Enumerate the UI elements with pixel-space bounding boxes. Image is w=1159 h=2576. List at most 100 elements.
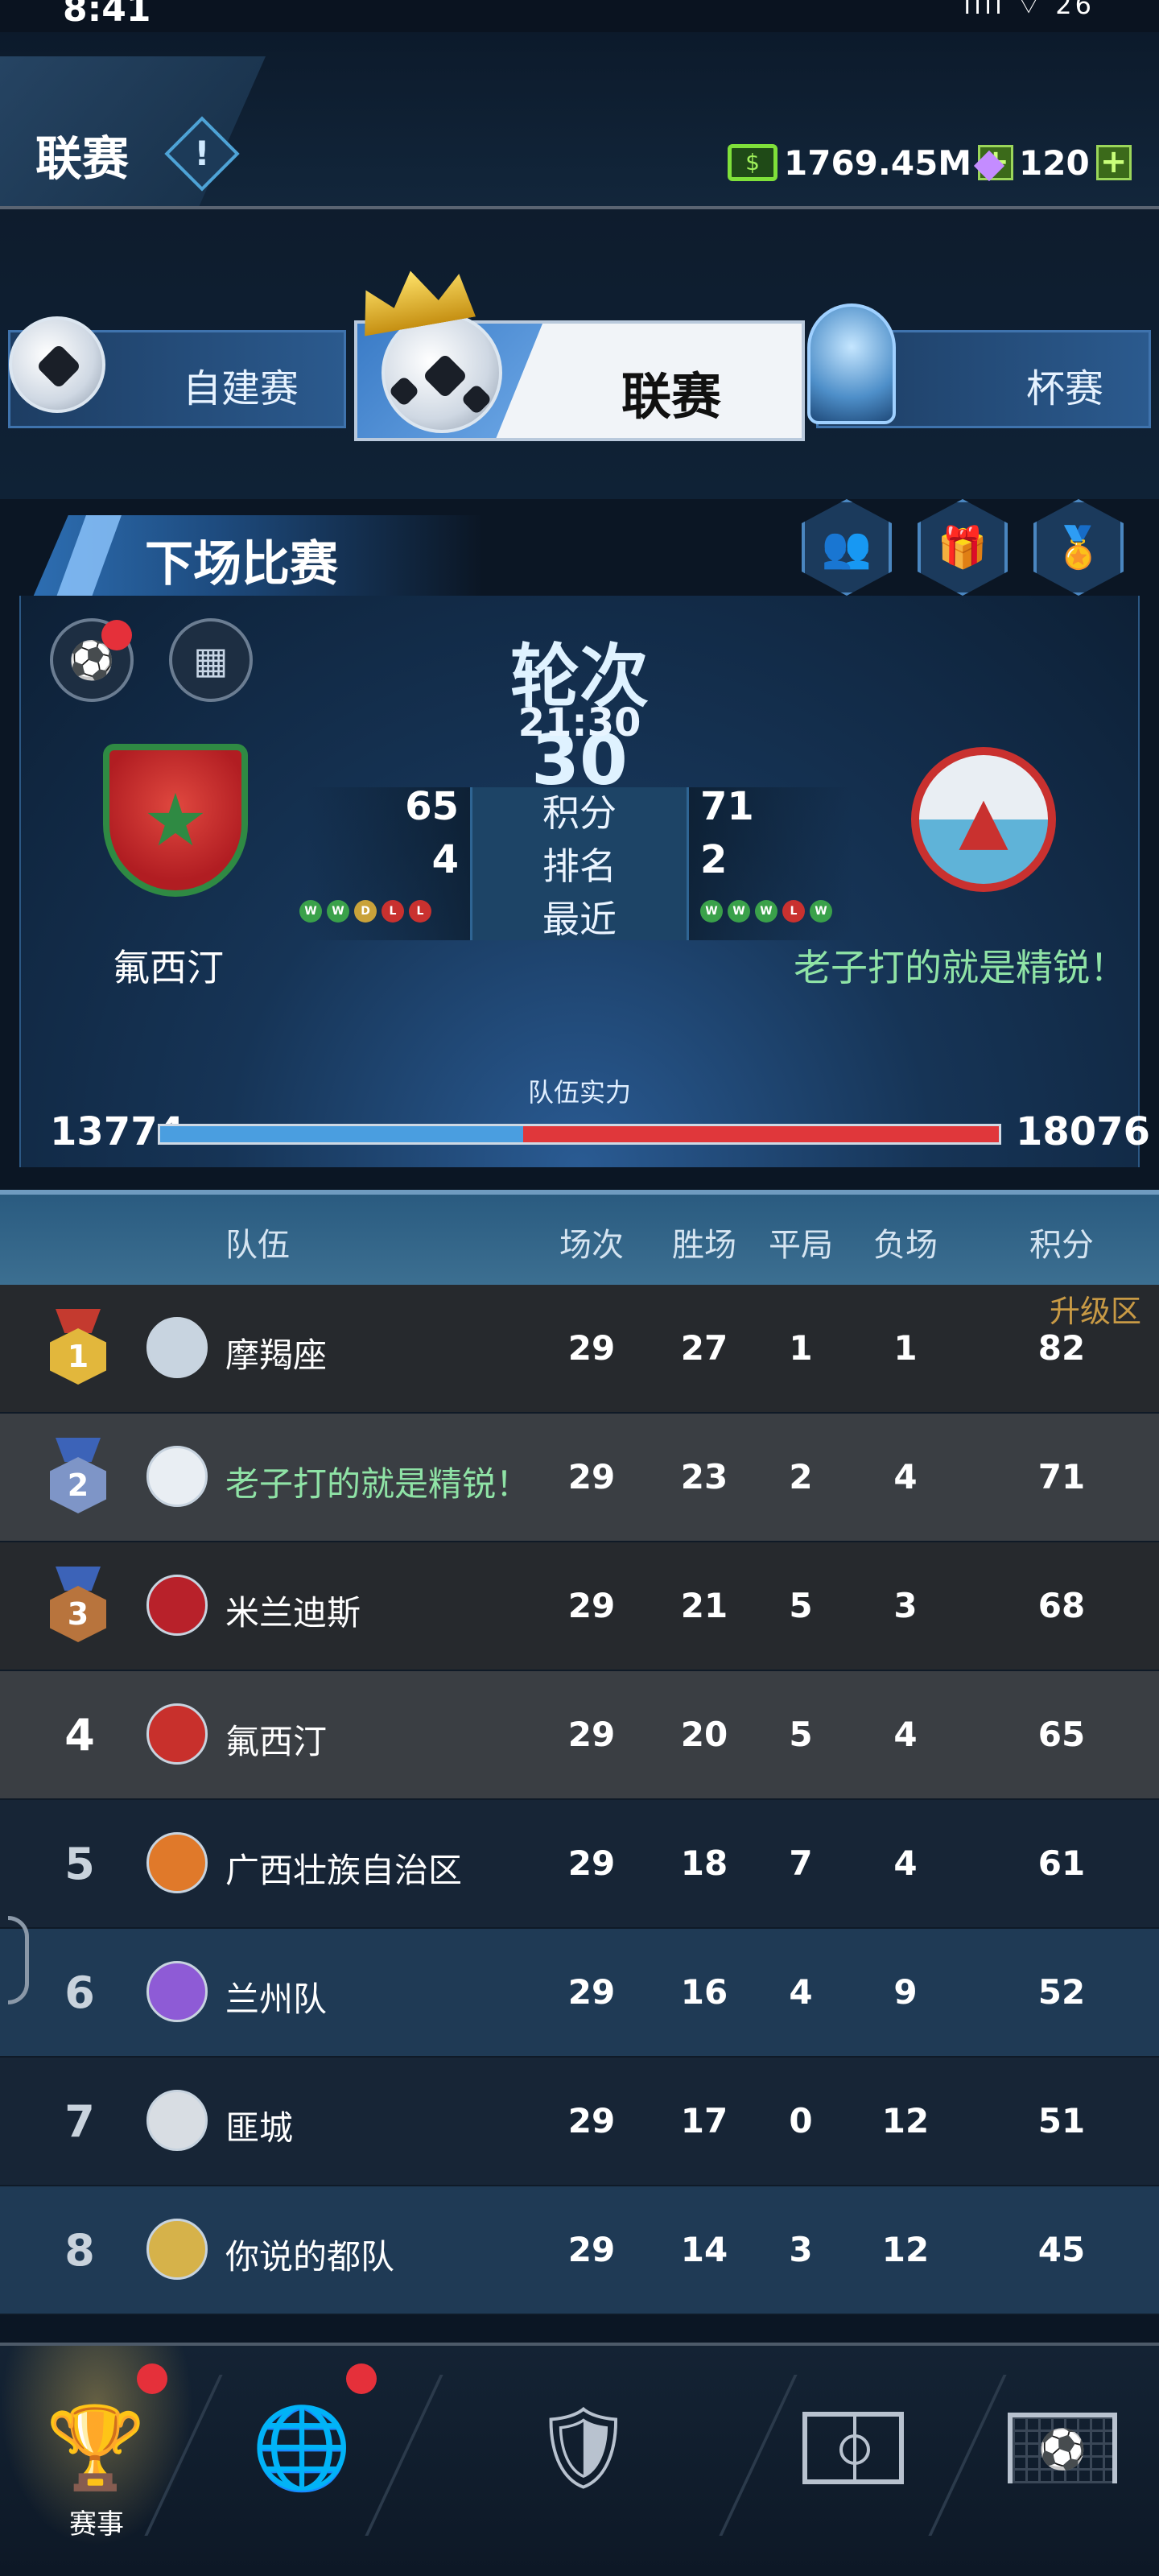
table-row[interactable]: 7 匪城 29 17 0 12 51 [0,2058,1159,2186]
calendar-icon[interactable]: ▦ [169,618,253,702]
points-value: 61 [1037,1843,1086,1883]
team-name: 广西壮族自治区 [225,1851,463,1890]
section-title: 下场比赛 [145,536,338,592]
match-time: 21:30 [518,700,641,745]
points-value: 45 [1037,2230,1086,2269]
draws-value: 5 [789,1586,813,1625]
crowned-ball-icon [382,312,502,433]
gift-icon[interactable]: 🎁 [918,499,1008,596]
points-value: 65 [1037,1715,1086,1754]
form-result-badge: L [382,900,404,923]
team-name: 匪城 [225,2108,294,2148]
trophy-globe-icon [807,303,896,424]
team-name: 摩羯座 [225,1335,328,1375]
rank-number: 8 [64,2225,95,2276]
strength-label: 队伍实力 [527,1077,631,1108]
team-logo-icon [146,1317,208,1378]
draws-value: 0 [789,2101,813,2140]
team-name: 你说的都队 [225,2237,395,2277]
team-logo-icon [146,1832,208,1893]
away-points: 71 [700,784,754,829]
globe-icon[interactable]: 🌐 [241,2388,362,2508]
header-points: 积分 [1029,1227,1094,1264]
losses-value: 3 [893,1586,918,1625]
wins-value: 16 [680,1972,728,2012]
pitch-icon[interactable] [793,2388,914,2508]
draws-value: 5 [789,1715,813,1754]
header-draws: 平局 [769,1227,833,1264]
team-logo-icon [146,1703,208,1765]
wins-value: 14 [680,2230,728,2269]
gem-display: ◆ 120 + [966,138,1132,187]
away-team-badge[interactable]: ▲ [911,747,1056,892]
draws-value: 4 [789,1972,813,2012]
away-recent-form: WWWLW [700,900,837,923]
form-result-badge: L [782,900,805,923]
tab-label: 自建赛 [182,366,299,411]
form-result-badge: L [409,900,431,923]
away-strength-fill [522,1126,999,1142]
table-row[interactable]: 6 兰州队 29 16 4 9 52 [0,1929,1159,2058]
header-losses: 负场 [873,1227,938,1264]
promotion-zone-label: 升级区 [1050,1294,1142,1329]
table-row[interactable]: 5 广西壮族自治区 29 18 7 4 61 [0,1800,1159,1929]
table-row[interactable]: 2 老子打的就是精锐！ 29 23 2 4 71 [0,1414,1159,1542]
played-value: 29 [567,1715,616,1754]
points-value: 52 [1037,1972,1086,2012]
wins-value: 21 [680,1586,728,1625]
tab-custom-match[interactable]: 自建赛 [8,316,346,428]
rank-label: 排名 [542,844,617,888]
medal-icon[interactable]: 🏅 [1033,499,1124,596]
team-logo-icon [146,2090,208,2151]
rank-number: 5 [64,1839,95,1889]
away-strength: 18076 [1016,1109,1150,1154]
header-wins: 胜场 [672,1227,736,1264]
losses-value: 4 [893,1843,918,1883]
team-logo-icon [146,1961,208,2022]
losses-value: 12 [881,2230,930,2269]
points-value: 51 [1037,2101,1086,2140]
rank-number: 4 [64,1710,95,1761]
goal-net-icon[interactable]: ⚽ [1002,2388,1123,2508]
played-value: 29 [567,1328,616,1368]
home-recent-form: WWDLL [299,900,436,923]
wins-value: 23 [680,1457,728,1496]
played-value: 29 [567,1972,616,2012]
table-row[interactable]: 1 摩羯座 29 27 1 1 82 [0,1285,1159,1414]
form-result-badge: W [810,900,832,923]
nav-label-events: 赛事 [69,2508,124,2541]
add-gems-button[interactable]: + [1095,145,1132,180]
form-result-badge: W [755,900,777,923]
draws-value: 3 [789,2230,813,2269]
played-value: 29 [567,2101,616,2140]
page-title: 联赛 [35,131,130,186]
home-points: 65 [405,784,459,829]
table-row[interactable]: 8 你说的都队 29 14 3 12 45 [0,2186,1159,2315]
shield-crest-icon[interactable]: 🛡 [515,2388,652,2508]
losses-value: 4 [893,1715,918,1754]
tab-cup[interactable]: 杯赛 [807,303,1151,428]
losses-value: 4 [893,1457,918,1496]
header-team: 队伍 [225,1227,290,1264]
played-value: 29 [567,1843,616,1883]
losses-value: 12 [881,2101,930,2140]
table-row[interactable]: 3 米兰迪斯 29 21 5 3 68 [0,1542,1159,1671]
form-result-badge: W [728,900,750,923]
table-row[interactable]: 4 氟西汀 29 20 5 4 65 [0,1671,1159,1800]
header-played: 场次 [559,1227,624,1264]
tab-label: 杯赛 [1025,366,1103,411]
rank-medal-icon: 3 [50,1567,106,1642]
wins-value: 20 [680,1715,728,1754]
team-logo-icon [146,2219,208,2280]
rank-medal-icon: 1 [50,1309,106,1385]
notification-dot [101,620,132,650]
team-name: 兰州队 [225,1979,328,2019]
home-strength-fill [160,1126,523,1142]
home-team-badge[interactable]: ★ [103,744,248,897]
form-result-badge: W [327,900,349,923]
notification-dot [137,2363,167,2394]
friends-icon[interactable]: 👥 [802,499,892,596]
losses-value: 9 [893,1972,918,2012]
trophy-icon[interactable]: 🏆 [35,2388,156,2508]
side-drawer-handle[interactable] [8,1916,29,2004]
